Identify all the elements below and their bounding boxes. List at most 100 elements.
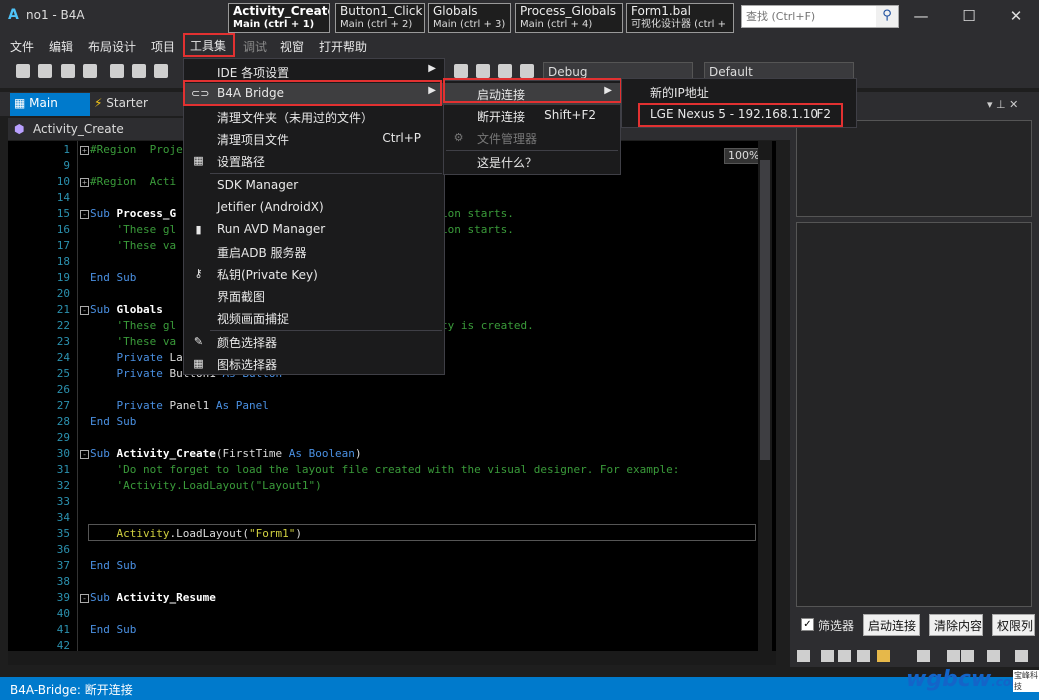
menu-item-restart-adb[interactable]: 重启ADB 服务器 bbox=[184, 241, 444, 263]
menu-item-set-paths[interactable]: ▦ 设置路径 bbox=[184, 150, 444, 172]
save-icon[interactable] bbox=[61, 64, 75, 78]
maximize-button[interactable]: ☐ bbox=[954, 6, 984, 26]
line-number: 21 bbox=[56, 303, 70, 316]
start-connect-button[interactable]: 启动连接 bbox=[863, 614, 920, 636]
highlight-start-connect bbox=[443, 78, 622, 103]
menu-debug[interactable]: 调试 bbox=[243, 38, 267, 55]
quick-tab-activity-create[interactable]: Activity_Create Main (ctrl + 1) bbox=[228, 3, 330, 33]
line-number: 20 bbox=[56, 287, 70, 300]
code-token: End Sub bbox=[90, 559, 137, 572]
code-token: 'These va bbox=[90, 335, 177, 348]
collapse-icon[interactable]: - bbox=[80, 594, 89, 603]
cut-icon[interactable] bbox=[132, 64, 146, 78]
collapse-icon[interactable]: - bbox=[80, 210, 89, 219]
refresh-icon[interactable] bbox=[476, 64, 490, 78]
watermark-brand: 宝峰科技 bbox=[1013, 670, 1039, 692]
line-number: 22 bbox=[56, 319, 70, 332]
search-input[interactable] bbox=[746, 8, 874, 25]
menu-help[interactable]: 打开帮助 bbox=[319, 38, 367, 55]
find-icon[interactable] bbox=[961, 650, 974, 662]
menu-item-label: 图标选择器 bbox=[217, 358, 278, 372]
line-number: 24 bbox=[56, 351, 70, 364]
pin-icon[interactable]: ▾ ⊥ ✕ bbox=[987, 98, 1018, 111]
close-button[interactable]: ✕ bbox=[1001, 6, 1031, 26]
quick-tab-process-globals[interactable]: Process_Globals Main (ctrl + 4) bbox=[515, 3, 623, 33]
stop-icon[interactable] bbox=[498, 64, 512, 78]
log-icon[interactable] bbox=[947, 650, 960, 662]
menu-item-sdk-manager[interactable]: SDK Manager bbox=[184, 175, 444, 197]
libraries-icon[interactable] bbox=[797, 650, 810, 662]
save-all-icon[interactable] bbox=[83, 64, 97, 78]
line-number: 38 bbox=[56, 575, 70, 588]
list-icon[interactable] bbox=[917, 650, 930, 662]
permissions-button[interactable]: 权限列 bbox=[992, 614, 1035, 636]
folder-icon[interactable] bbox=[877, 650, 890, 662]
line-number: 15 bbox=[56, 207, 70, 220]
menu-item-label: IDE 各项设置 bbox=[217, 66, 290, 80]
menu-item-clean-folder[interactable]: 清理文件夹（未用过的文件） bbox=[184, 106, 444, 128]
expand-icon[interactable]: + bbox=[80, 146, 89, 155]
expand-icon[interactable]: + bbox=[80, 178, 89, 187]
icon-picker-icon: ▦ bbox=[193, 357, 204, 370]
copy-icon[interactable] bbox=[110, 64, 124, 78]
search-icon[interactable]: ⚲ bbox=[876, 6, 898, 27]
line-number: 23 bbox=[56, 335, 70, 348]
menu-item-clean-project[interactable]: 清理项目文件 Ctrl+P bbox=[184, 128, 444, 150]
menu-item-label: 私钥(Private Key) bbox=[217, 268, 318, 282]
menu-item-shortcut: Shift+F2 bbox=[544, 108, 596, 122]
code-line: Private La bbox=[90, 351, 182, 364]
new-project-icon[interactable] bbox=[38, 64, 52, 78]
menu-item-avd-manager[interactable]: ▮ Run AVD Manager bbox=[184, 219, 444, 241]
menu-edit[interactable]: 编辑 bbox=[49, 38, 73, 55]
tab-starter[interactable]: ⚡ Starter bbox=[94, 96, 148, 110]
menu-window[interactable]: 视窗 bbox=[280, 38, 304, 55]
settings-icon[interactable] bbox=[987, 650, 1000, 662]
quick-tab-form1-bal[interactable]: Form1.bal 可视化设计器 (ctrl + bbox=[626, 3, 734, 33]
horizontal-scrollbar[interactable] bbox=[8, 651, 776, 665]
collapse-icon[interactable]: - bbox=[80, 306, 89, 315]
code-token: Sub bbox=[90, 447, 117, 460]
tab-main[interactable]: ▦ Main bbox=[10, 93, 90, 116]
menu-item-private-key[interactable]: ⚷ 私钥(Private Key) bbox=[184, 263, 444, 285]
menu-item-video-capture[interactable]: 视频画面捕捉 bbox=[184, 307, 444, 329]
clear-content-button[interactable]: 清除内容 bbox=[929, 614, 983, 636]
menu-file[interactable]: 文件 bbox=[10, 38, 34, 55]
sub-selector[interactable]: Activity_Create bbox=[33, 122, 124, 136]
modules-icon[interactable] bbox=[821, 650, 834, 662]
menu-project[interactable]: 项目 bbox=[151, 38, 175, 55]
more-icon[interactable] bbox=[1015, 650, 1028, 662]
line-number: 10 bbox=[56, 175, 70, 188]
minimize-button[interactable]: — bbox=[906, 6, 936, 26]
menu-tools[interactable]: 工具集 bbox=[183, 33, 235, 57]
line-number: 32 bbox=[56, 479, 70, 492]
highlight-device bbox=[638, 103, 843, 127]
menu-item-disconnect[interactable]: 断开连接 Shift+F2 bbox=[444, 105, 620, 127]
quick-tab-globals[interactable]: Globals Main (ctrl + 3) bbox=[428, 3, 511, 33]
code-line: Private Panel1 As Panel bbox=[90, 399, 268, 412]
bookmark-icon[interactable] bbox=[454, 64, 468, 78]
menu-item-label: 清理文件夹（未用过的文件） bbox=[217, 111, 374, 125]
code-line: Sub Activity_Resume bbox=[90, 591, 216, 604]
vertical-scroll-thumb[interactable] bbox=[760, 160, 770, 460]
menu-item-color-picker[interactable]: ✎ 颜色选择器 bbox=[184, 331, 444, 353]
code-token: #Region Acti bbox=[90, 175, 177, 188]
paste-icon[interactable] bbox=[154, 64, 168, 78]
menu-item-jetifier[interactable]: Jetifier (AndroidX) bbox=[184, 197, 444, 219]
menu-layout[interactable]: 布局设计 bbox=[88, 38, 136, 55]
line-number: 9 bbox=[63, 159, 70, 172]
line-number: 19 bbox=[56, 271, 70, 284]
menu-item-screenshot[interactable]: 界面截图 bbox=[184, 285, 444, 307]
designer-icon[interactable] bbox=[838, 650, 851, 662]
menu-item-file-manager[interactable]: ⚙ 文件管理器 bbox=[444, 127, 620, 149]
filter-checkbox[interactable]: ✓ bbox=[801, 618, 814, 631]
key-icon: ⚷ bbox=[194, 267, 203, 280]
grid-icon[interactable] bbox=[857, 650, 870, 662]
menu-item-whats-this[interactable]: 这是什么？ bbox=[444, 151, 620, 173]
collapse-icon[interactable]: - bbox=[80, 450, 89, 459]
run-icon[interactable] bbox=[520, 64, 534, 78]
menu-item-new-ip[interactable]: 新的IP地址 bbox=[622, 81, 856, 103]
code-token: Panel1 bbox=[169, 399, 216, 412]
quick-tab-button1-click[interactable]: Button1_Click Main (ctrl + 2) bbox=[335, 3, 425, 33]
code-token: End Sub bbox=[90, 415, 137, 428]
menu-item-icon-picker[interactable]: ▦ 图标选择器 bbox=[184, 353, 444, 375]
